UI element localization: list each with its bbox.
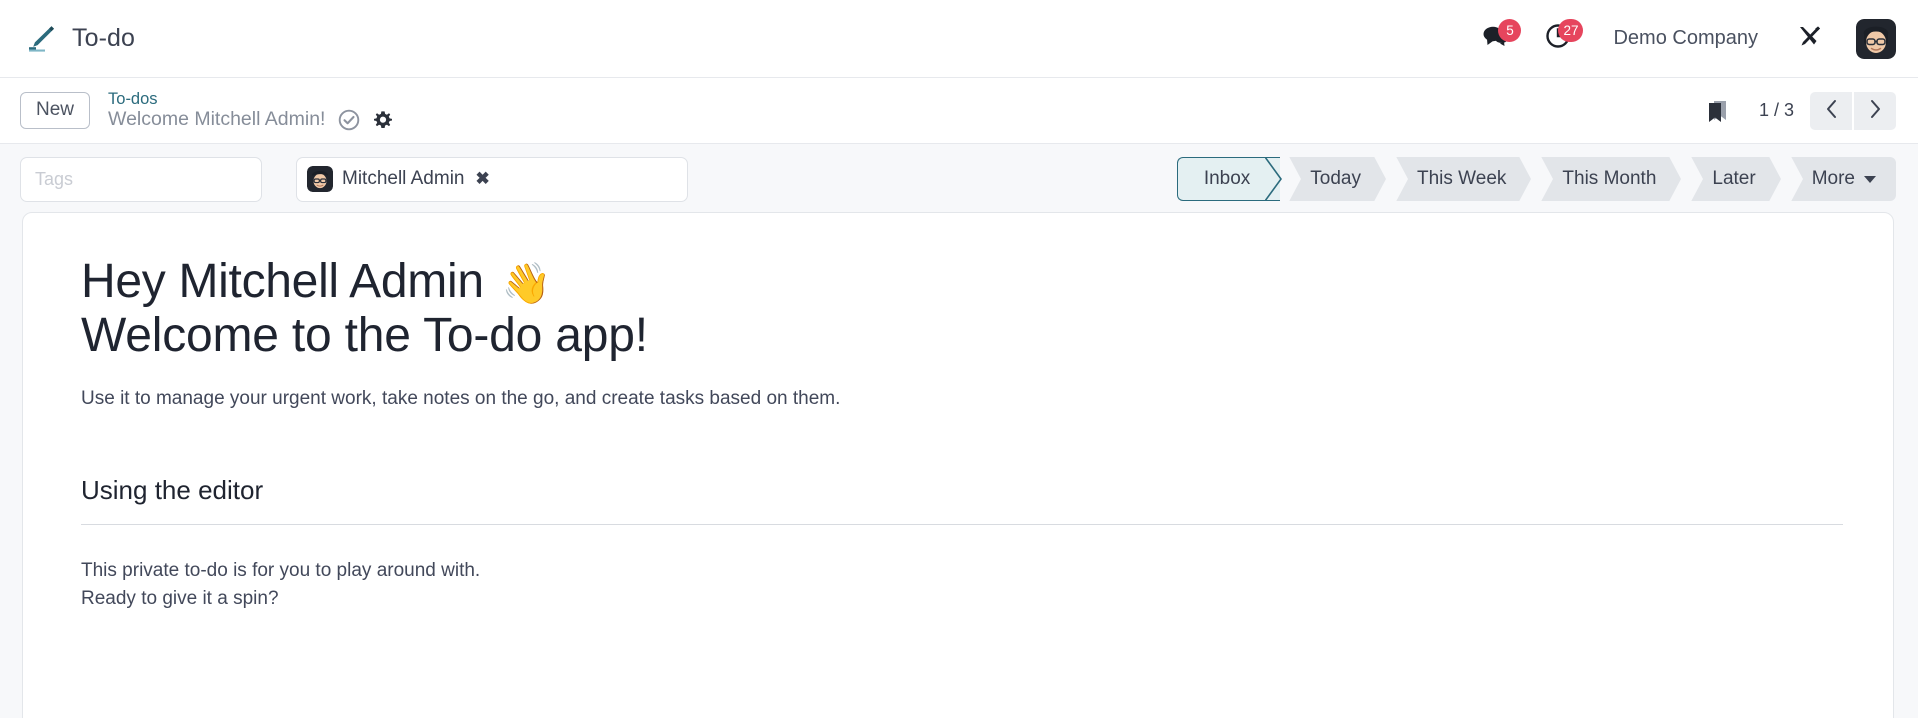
statusbar-item-this-month[interactable]: This Month (1532, 157, 1683, 201)
messages-menu[interactable]: 5 (1464, 17, 1527, 61)
pager-previous-button[interactable] (1810, 91, 1852, 130)
body-line-2: Ready to give it a spin? (81, 587, 279, 609)
pencil-ruler-icon (24, 22, 58, 56)
users-input[interactable]: Mitchell Admin ✖ (296, 156, 688, 202)
statusbar-label: Later (1712, 168, 1756, 189)
user-chip[interactable]: Mitchell Admin ✖ (307, 166, 490, 192)
statusbar-item-later[interactable]: Later (1682, 157, 1782, 201)
messages-count-badge: 5 (1498, 18, 1522, 42)
welcome-heading-line1: Hey Mitchell Admin 👋 (81, 255, 1843, 309)
pager-buttons (1810, 91, 1896, 130)
chevron-down-icon (1864, 175, 1876, 183)
statusbar-item-this-week[interactable]: This Week (1387, 157, 1533, 201)
welcome-subheading-text: Welcome to the To-do app! (81, 308, 648, 362)
statusbar-item-inbox[interactable]: Inbox (1176, 156, 1283, 202)
user-avatar[interactable] (1856, 18, 1896, 59)
section-heading-using-the-editor: Using the editor (81, 475, 264, 505)
tools-icon (1796, 23, 1822, 54)
form-sheet-area: Tags Mitchell Admin ✖ Inbox Today This W… (0, 144, 1918, 718)
user-chip-label: Mitchell Admin (342, 168, 465, 189)
waving-hand-icon: 👋 (501, 262, 552, 306)
statusbar-label: This Month (1562, 168, 1657, 189)
gear-icon[interactable] (373, 110, 393, 130)
statusbar-label: More (1811, 168, 1855, 189)
tags-placeholder: Tags (35, 168, 74, 189)
body-paragraph: This private to-do is for you to play ar… (81, 557, 1843, 612)
chevron-left-icon (1824, 98, 1839, 123)
statusbar-label: Today (1310, 168, 1361, 189)
breadcrumb-current-record: Welcome Mitchell Admin! (108, 107, 326, 130)
user-chip-avatar-icon (307, 166, 333, 192)
top-navbar: To-do 5 27 Demo Company (0, 0, 1918, 78)
statusbar-label: This Week (1417, 168, 1507, 189)
form-header-row: Tags Mitchell Admin ✖ Inbox Today This W… (0, 144, 1918, 212)
company-switcher[interactable]: Demo Company (1589, 27, 1778, 50)
welcome-heading-line2: Welcome to the To-do app! (81, 309, 1843, 363)
control-panel-right: 1 / 3 (1691, 91, 1896, 130)
statusbar-item-more[interactable]: More (1781, 157, 1896, 201)
pager-count: 1 / 3 (1758, 100, 1794, 120)
section-divider (81, 524, 1843, 525)
activities-count-badge: 27 (1558, 18, 1584, 42)
new-button[interactable]: New (20, 91, 91, 130)
app-title: To-do (72, 24, 136, 52)
pager-next-button[interactable] (1854, 91, 1896, 130)
navbar-systray: 5 27 Demo Company (1464, 17, 1896, 61)
breadcrumb-parent-link[interactable]: To-dos (108, 90, 393, 108)
body-line-1: This private to-do is for you to play ar… (81, 560, 481, 581)
statusbar: Inbox Today This Week This Month Later M… (1176, 156, 1896, 202)
record-sheet: Hey Mitchell Admin 👋 Welcome to the To-d… (22, 212, 1894, 718)
control-panel: New To-dos Welcome Mitchell Admin! 1 / 3 (0, 78, 1918, 144)
statusbar-item-today[interactable]: Today (1280, 157, 1387, 201)
breadcrumb: To-dos Welcome Mitchell Admin! (108, 90, 393, 130)
statusbar-label: Inbox (1203, 168, 1251, 189)
welcome-heading-text: Hey Mitchell Admin (81, 255, 484, 308)
activities-menu[interactable]: 27 (1527, 17, 1589, 61)
bookmark-icon[interactable] (1691, 98, 1743, 124)
user-chip-remove-icon[interactable]: ✖ (476, 169, 490, 189)
app-brand[interactable]: To-do (24, 22, 135, 56)
tags-input[interactable]: Tags (20, 156, 262, 202)
breadcrumb-current-row: Welcome Mitchell Admin! (108, 107, 393, 131)
check-circle-icon[interactable] (338, 109, 360, 131)
debug-menu[interactable] (1778, 17, 1840, 61)
chevron-right-icon (1868, 98, 1883, 123)
intro-paragraph: Use it to manage your urgent work, take … (81, 387, 841, 409)
